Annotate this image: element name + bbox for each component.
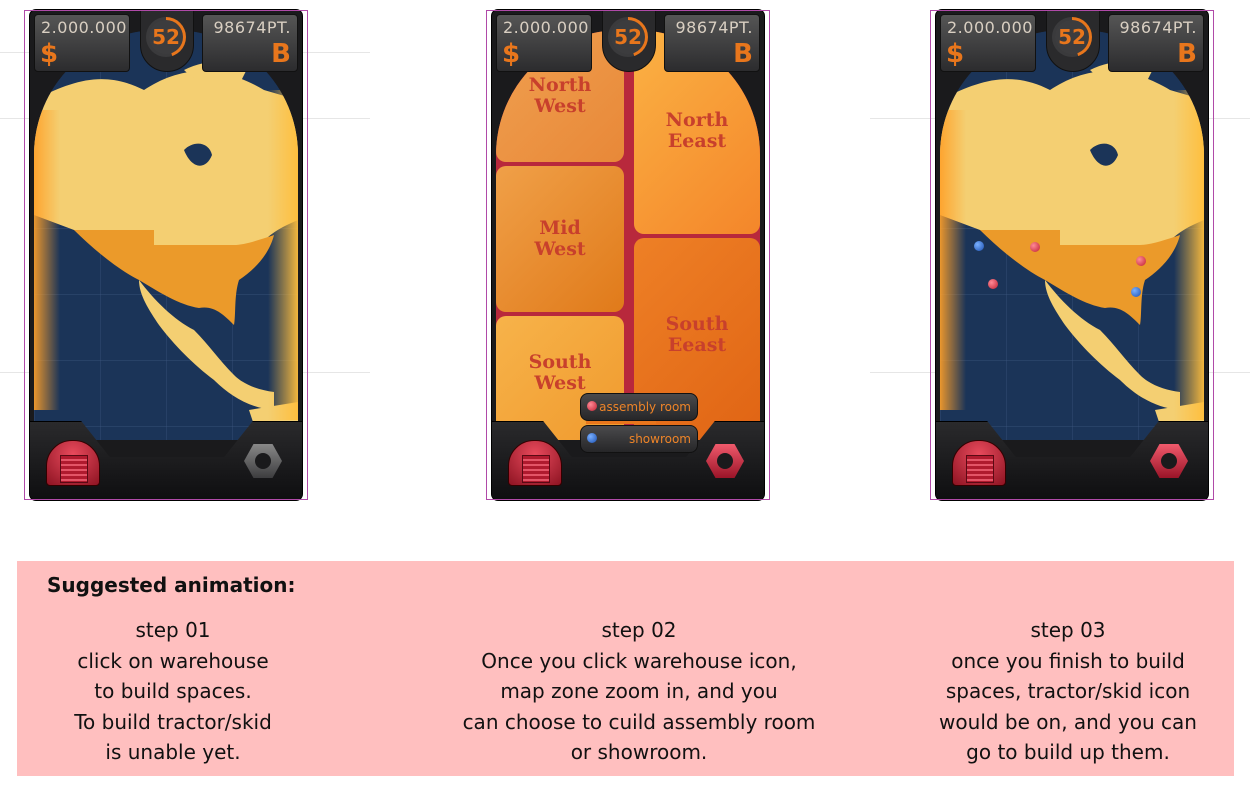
- artboard-outline: [930, 10, 1214, 500]
- artboard-outline: [486, 10, 770, 500]
- step-heading: step 03: [1030, 618, 1106, 642]
- step-line: click on warehouse: [77, 648, 269, 673]
- step-line: is unable yet.: [105, 740, 241, 764]
- step-heading: step 01: [135, 618, 211, 642]
- animation-caption: Suggested animation: step 01 click on wa…: [17, 561, 1234, 776]
- step-heading: step 02: [601, 618, 677, 642]
- step-line: to build spaces.: [94, 679, 252, 703]
- step-line: To build tractor/skid: [74, 709, 272, 734]
- step-01-description: step 01 click on warehouse to build spac…: [53, 615, 293, 768]
- step-line: would be on, and you can: [939, 709, 1197, 734]
- step-line: or showroom.: [570, 740, 708, 764]
- step-line: can choose to cuild assembly room: [462, 709, 816, 734]
- artboard-outline: [24, 10, 308, 500]
- step-line: once you finish to build: [951, 648, 1185, 673]
- caption-title: Suggested animation:: [47, 573, 296, 597]
- step-line: map zone zoom in, and you: [500, 679, 778, 703]
- step-line: Once you click warehouse icon,: [481, 648, 797, 673]
- step-03-description: step 03 once you finish to build spaces,…: [913, 615, 1223, 768]
- step-line: go to build up them.: [966, 740, 1170, 764]
- step-02-description: step 02 Once you click warehouse icon, m…: [429, 615, 849, 768]
- step-line: spaces, tractor/skid icon: [945, 679, 1191, 703]
